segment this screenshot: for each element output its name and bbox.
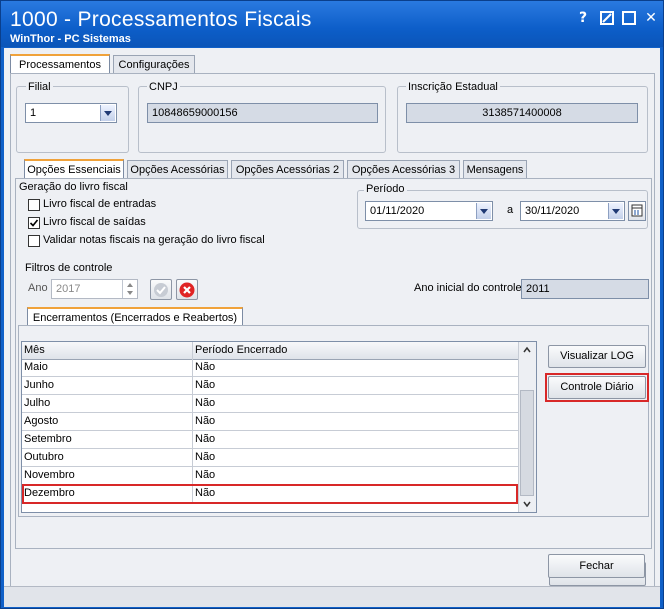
validar-checkbox[interactable] (28, 235, 40, 247)
cell-mes: Setembro (22, 431, 193, 448)
encerramentos-panel: Mês Período Encerrado Maio Não Junho Não (18, 325, 649, 517)
table-row[interactable]: Maio Não (22, 359, 518, 377)
filtros-label: Filtros de controle (25, 262, 113, 274)
restore-icon[interactable] (598, 9, 616, 27)
table-row[interactable]: Junho Não (22, 377, 518, 395)
saidas-label: Livro fiscal de saídas (43, 216, 146, 228)
cell-periodo: Não (195, 361, 216, 373)
minimize-icon[interactable] (620, 9, 638, 27)
opcoes-essenciais-panel: Geração do livro fiscal Livro fiscal de … (15, 178, 652, 549)
scroll-down-icon[interactable] (522, 499, 532, 509)
inscricao-label: Inscrição Estadual (406, 81, 500, 93)
chevron-down-icon[interactable] (476, 203, 491, 219)
cnpj-label: CNPJ (147, 81, 180, 93)
entradas-label: Livro fiscal de entradas (43, 198, 157, 210)
table-row[interactable]: Outubro Não (22, 449, 518, 467)
inscricao-field: 3138571400008 (406, 103, 638, 123)
periodo-sep: a (507, 204, 514, 216)
status-bar (4, 586, 660, 607)
scroll-thumb[interactable] (520, 390, 534, 496)
ano-label: Ano (28, 282, 48, 294)
calendar-icon[interactable] (628, 201, 646, 221)
saidas-checkbox[interactable] (28, 217, 40, 229)
grid-header: Mês Período Encerrado (22, 342, 518, 360)
highlight-box (22, 484, 518, 504)
filial-select[interactable]: 1 (25, 103, 117, 123)
tab-processamentos[interactable]: Processamentos (10, 54, 110, 74)
spin-arrows-icon[interactable] (122, 280, 137, 298)
cell-periodo: Não (195, 415, 216, 427)
tab-opcoes-essenciais[interactable]: Opções Essenciais (24, 159, 124, 179)
periodo-from-select[interactable]: 01/11/2020 (365, 201, 493, 221)
cell-mes: Maio (22, 359, 193, 376)
periodo-from-value: 01/11/2020 (370, 205, 425, 217)
cell-mes: Julho (22, 395, 193, 412)
periodo-to-value: 30/11/2020 (525, 205, 580, 217)
title-bar: 1000 - Processamentos Fiscais WinThor - … (1, 1, 663, 47)
ano-stepper[interactable]: 2017 (51, 279, 138, 299)
cell-mes: Junho (22, 377, 193, 394)
window-title: 1000 - Processamentos Fiscais (10, 8, 312, 31)
cell-periodo: Não (195, 397, 216, 409)
close-circle-icon (179, 282, 195, 298)
col-header-periodo[interactable]: Período Encerrado (193, 342, 518, 359)
close-icon[interactable]: ✕ (642, 9, 660, 27)
table-row[interactable]: Agosto Não (22, 413, 518, 431)
cell-mes: Agosto (22, 413, 193, 430)
tab-opcoes-acessorias-3[interactable]: Opções Acessórias 3 (347, 160, 460, 178)
cnpj-field: 10848659000156 (147, 103, 378, 123)
chevron-down-icon[interactable] (100, 105, 115, 121)
tab-opcoes-acessorias-2[interactable]: Opções Acessórias 2 (231, 160, 344, 178)
encerramentos-grid: Mês Período Encerrado Maio Não Junho Não (21, 341, 537, 513)
grid-scrollbar[interactable] (518, 342, 536, 512)
cell-periodo: Não (195, 451, 216, 463)
geracao-label: Geração do livro fiscal (19, 181, 128, 193)
cell-periodo: Não (195, 433, 216, 445)
periodo-label: Período (364, 183, 407, 195)
processamentos-panel: Filial 1 CNPJ 10848659000156 Inscrição E… (10, 73, 655, 600)
entradas-checkbox[interactable] (28, 199, 40, 211)
check-icon (154, 283, 168, 297)
help-icon[interactable]: ? (574, 9, 592, 27)
table-row[interactable]: Julho Não (22, 395, 518, 413)
cancel-button[interactable] (176, 279, 198, 300)
tab-mensagens[interactable]: Mensagens (463, 160, 527, 178)
window-subtitle: WinThor - PC Sistemas (10, 33, 131, 45)
cell-periodo: Não (195, 379, 216, 391)
cell-mes: Novembro (22, 467, 193, 484)
filial-label: Filial (26, 81, 53, 93)
validar-label: Validar notas fiscais na geração do livr… (43, 234, 265, 246)
app-window: 1000 - Processamentos Fiscais WinThor - … (0, 0, 664, 609)
table-row[interactable]: Novembro Não (22, 467, 518, 485)
table-row[interactable]: Setembro Não (22, 431, 518, 449)
ano-value: 2017 (56, 283, 81, 295)
col-header-mes[interactable]: Mês (22, 342, 193, 359)
ano-inicial-field: 2011 (521, 279, 649, 299)
scroll-up-icon[interactable] (522, 345, 532, 355)
periodo-to-select[interactable]: 30/11/2020 (520, 201, 625, 221)
visualizar-log-button[interactable]: Visualizar LOG (548, 345, 646, 368)
client-area: Processamentos Configurações Filial 1 CN… (4, 48, 660, 605)
chevron-down-icon[interactable] (608, 203, 623, 219)
tab-encerramentos[interactable]: Encerramentos (Encerrados e Reabertos) (27, 307, 243, 327)
highlight-box (545, 373, 649, 402)
fechar-button[interactable]: Fechar (548, 554, 645, 578)
cell-periodo: Não (195, 469, 216, 481)
tab-opcoes-acessorias[interactable]: Opções Acessórias (127, 160, 228, 178)
cell-mes: Outubro (22, 449, 193, 466)
confirm-button[interactable] (150, 279, 172, 300)
tab-configuracoes[interactable]: Configurações (113, 55, 195, 73)
filial-value: 1 (30, 107, 37, 119)
ano-inicial-label: Ano inicial do controle (414, 282, 522, 294)
